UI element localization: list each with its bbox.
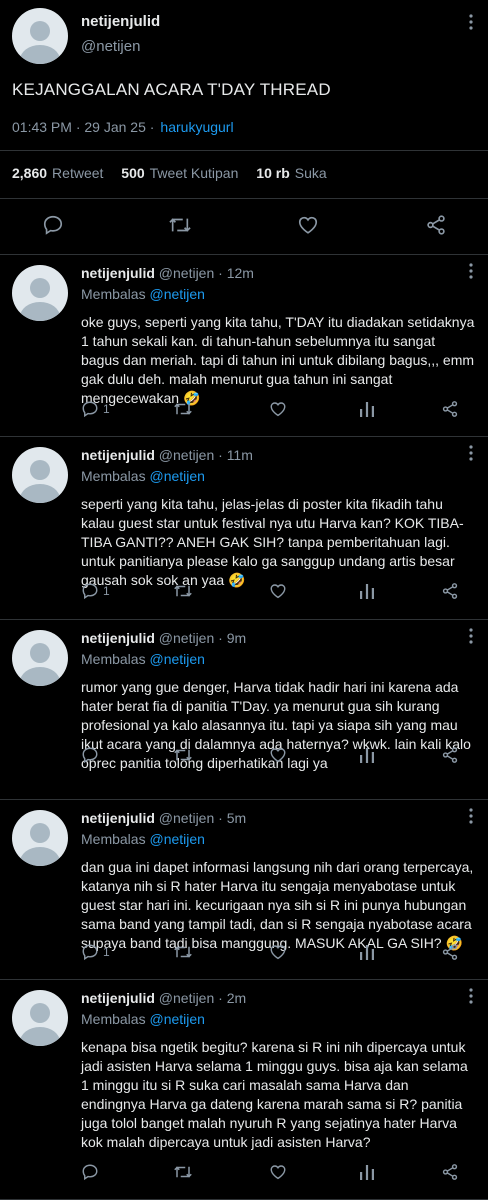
author-name[interactable]: netijenjulid: [81, 990, 155, 1006]
author-name[interactable]: netijenjulid: [81, 810, 155, 826]
author-name[interactable]: netijenjulid: [81, 13, 160, 30]
reply-actions: 1: [81, 943, 476, 967]
like-stat[interactable]: 10 rb Suka: [256, 165, 326, 181]
reply-actions: 1: [81, 582, 476, 606]
reply-actions: [81, 746, 476, 770]
author-handle-time: @netijen · 9m: [158, 630, 247, 646]
replying-to-handle[interactable]: @netijen: [149, 651, 204, 667]
reply-header: netijenjulid @netijen · 11m: [81, 447, 253, 463]
tweet-meta: 01:43 PM · 29 Jan 25 · harukyugurl: [12, 119, 234, 135]
replying-to-handle[interactable]: @netijen: [149, 831, 204, 847]
reply-text: dan gua ini dapet informasi langsung nih…: [81, 859, 474, 951]
stats-icon[interactable]: [359, 1163, 375, 1181]
retweet-icon[interactable]: [173, 582, 193, 600]
tweet-client[interactable]: harukyugurl: [160, 119, 233, 135]
tweet-stats: 2,860 Retweet 500 Tweet Kutipan 10 rb Suka: [12, 165, 341, 181]
author-handle-time: @netijen · 5m: [158, 810, 247, 826]
more-icon[interactable]: [468, 14, 474, 30]
reply-tweet[interactable]: netijenjulid @netijen · 12m Membalas @ne…: [0, 255, 488, 437]
reply-text: kenapa bisa ngetik begitu? karena si R i…: [81, 1039, 468, 1150]
reply-count: 1: [103, 584, 110, 598]
stats-icon[interactable]: [359, 400, 375, 418]
reply-text: seperti yang kita tahu, jelas-jelas di p…: [81, 496, 464, 588]
reply-tweet[interactable]: netijenjulid @netijen · 2m Membalas @net…: [0, 980, 488, 1200]
share-icon[interactable]: [441, 582, 459, 600]
reply-text: oke guys, seperti yang kita tahu, T'DAY …: [81, 314, 475, 406]
like-icon[interactable]: [269, 400, 287, 418]
retweet-icon[interactable]: [173, 1163, 193, 1181]
replying-to-handle[interactable]: @netijen: [149, 468, 204, 484]
like-icon[interactable]: [269, 1163, 287, 1181]
avatar[interactable]: [12, 265, 68, 321]
reply-icon[interactable]: [81, 746, 103, 764]
replying-to: Membalas @netijen: [81, 1011, 205, 1027]
author-name[interactable]: netijenjulid: [81, 265, 155, 281]
retweet-icon[interactable]: [173, 400, 193, 418]
like-icon[interactable]: [269, 943, 287, 961]
author-name[interactable]: netijenjulid: [81, 447, 155, 463]
share-icon[interactable]: [441, 746, 459, 764]
more-icon[interactable]: [468, 263, 474, 279]
reply-header: netijenjulid @netijen · 2m: [81, 990, 246, 1006]
author-handle-time: @netijen · 12m: [158, 265, 254, 281]
retweet-stat[interactable]: 2,860 Retweet: [12, 165, 103, 181]
reply-header: netijenjulid @netijen · 5m: [81, 810, 246, 826]
tweet-text: KEJANGGALAN ACARA T'DAY THREAD: [12, 80, 331, 99]
like-icon[interactable]: [269, 746, 287, 764]
like-icon[interactable]: [297, 214, 319, 236]
share-icon[interactable]: [441, 943, 459, 961]
stats-icon[interactable]: [359, 582, 375, 600]
reply-count: 1: [103, 402, 110, 416]
retweet-icon[interactable]: [173, 943, 193, 961]
more-icon[interactable]: [468, 445, 474, 461]
divider: [0, 198, 488, 199]
reply-actions: 1: [81, 400, 476, 424]
reply-tweet[interactable]: netijenjulid @netijen · 5m Membalas @net…: [0, 800, 488, 980]
tweet-actions: [0, 206, 488, 246]
reply-icon[interactable]: 1: [81, 943, 110, 961]
author-handle-time: @netijen · 2m: [158, 990, 247, 1006]
reply-icon[interactable]: [42, 214, 64, 236]
author-name[interactable]: netijenjulid: [81, 630, 155, 646]
reply-actions: [81, 1163, 476, 1187]
reply-icon[interactable]: 1: [81, 400, 110, 418]
stats-icon[interactable]: [359, 943, 375, 961]
like-icon[interactable]: [269, 582, 287, 600]
more-icon[interactable]: [468, 628, 474, 644]
replying-to: Membalas @netijen: [81, 831, 205, 847]
reply-tweet[interactable]: netijenjulid @netijen · 9m Membalas @net…: [0, 620, 488, 800]
reply-icon[interactable]: 1: [81, 582, 110, 600]
avatar[interactable]: [12, 8, 68, 64]
share-icon[interactable]: [441, 1163, 459, 1181]
divider: [0, 150, 488, 151]
reply-tweet[interactable]: netijenjulid @netijen · 11m Membalas @ne…: [0, 437, 488, 620]
reply-icon[interactable]: [81, 1163, 103, 1181]
author-handle[interactable]: @netijen: [81, 38, 140, 55]
reply-count: 1: [103, 945, 110, 959]
reply-header: netijenjulid @netijen · 9m: [81, 630, 246, 646]
replying-to: Membalas @netijen: [81, 468, 205, 484]
replying-to-handle[interactable]: @netijen: [149, 286, 204, 302]
more-icon[interactable]: [468, 988, 474, 1004]
replying-to: Membalas @netijen: [81, 651, 205, 667]
retweet-icon[interactable]: [173, 746, 193, 764]
replying-to: Membalas @netijen: [81, 286, 205, 302]
quote-stat[interactable]: 500 Tweet Kutipan: [121, 165, 238, 181]
tweet-time: 01:43 PM · 29 Jan 25 ·: [12, 119, 155, 135]
stats-icon[interactable]: [359, 746, 375, 764]
retweet-icon[interactable]: [168, 214, 192, 236]
avatar[interactable]: [12, 447, 68, 503]
more-icon[interactable]: [468, 808, 474, 824]
share-icon[interactable]: [441, 400, 459, 418]
avatar[interactable]: [12, 630, 68, 686]
avatar[interactable]: [12, 810, 68, 866]
avatar[interactable]: [12, 990, 68, 1046]
share-icon[interactable]: [425, 214, 447, 236]
reply-header: netijenjulid @netijen · 12m: [81, 265, 254, 281]
author-handle-time: @netijen · 11m: [158, 447, 253, 463]
replying-to-handle[interactable]: @netijen: [149, 1011, 204, 1027]
